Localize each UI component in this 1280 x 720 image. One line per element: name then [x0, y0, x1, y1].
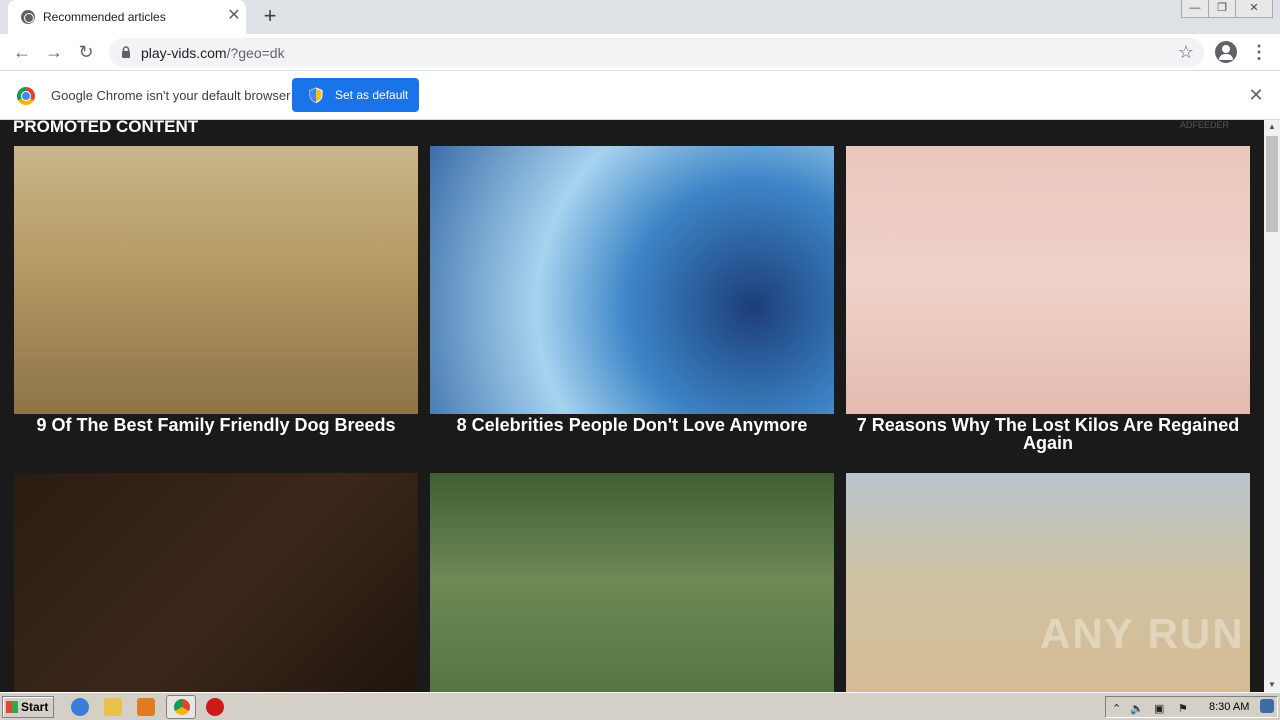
- vertical-scrollbar[interactable]: ▲ ▼: [1264, 120, 1280, 692]
- clock[interactable]: 8:30 AM: [1209, 701, 1249, 713]
- volume-icon[interactable]: 🔈: [1130, 702, 1144, 715]
- infobar-close-icon[interactable]: ✕: [1245, 84, 1267, 106]
- article-card-4[interactable]: [14, 473, 418, 692]
- article-image[interactable]: [430, 146, 834, 414]
- opera-icon[interactable]: [206, 698, 224, 716]
- tab-close-icon[interactable]: ✕: [225, 7, 243, 25]
- windows-taskbar: Start ⌃ 🔈 ▣ ⚑ 8:30 AM: [0, 692, 1280, 720]
- start-button[interactable]: Start: [2, 696, 54, 718]
- chrome-icon: [174, 699, 190, 715]
- media-player-icon[interactable]: [137, 698, 155, 716]
- ad-feeder-logo: ADFEEDER: [1180, 120, 1230, 130]
- close-window-button[interactable]: ✕: [1235, 0, 1273, 18]
- minimize-button[interactable]: —: [1181, 0, 1209, 18]
- scroll-thumb[interactable]: [1266, 136, 1278, 232]
- back-arrow-icon[interactable]: ←: [10, 40, 34, 64]
- globe-icon: [21, 10, 35, 24]
- tray-expand-icon[interactable]: ⌃: [1112, 702, 1121, 715]
- internet-explorer-icon[interactable]: [71, 698, 89, 716]
- reload-icon[interactable]: ↻: [74, 40, 98, 64]
- network-icon[interactable]: ▣: [1154, 702, 1164, 715]
- chrome-logo-icon: [17, 87, 35, 105]
- article-image[interactable]: [846, 473, 1250, 692]
- tab-strip: Recommended articles ✕ + — ❐ ✕: [0, 0, 1280, 34]
- page-content: PROMOTED CONTENT ADFEEDER 9 Of The Best …: [0, 120, 1264, 692]
- scroll-down-arrow-icon[interactable]: ▼: [1264, 678, 1280, 692]
- default-browser-infobar: Google Chrome isn't your default browser…: [0, 71, 1280, 120]
- article-image[interactable]: [14, 146, 418, 414]
- article-image[interactable]: [430, 473, 834, 692]
- forward-arrow-icon[interactable]: →: [42, 40, 66, 64]
- set-as-default-button[interactable]: Set as default: [292, 78, 419, 112]
- address-bar[interactable]: play-vids.com/?geo=dk ☆: [109, 38, 1204, 67]
- article-card-celebrities[interactable]: 8 Celebrities People Don't Love Anymore: [430, 146, 834, 434]
- action-center-flag-icon[interactable]: ⚑: [1178, 702, 1188, 715]
- menu-kebab-icon[interactable]: ⋮: [1250, 40, 1268, 64]
- account-icon[interactable]: [1215, 41, 1237, 63]
- article-title[interactable]: 8 Celebrities People Don't Love Anymore: [430, 416, 834, 434]
- new-tab-button[interactable]: +: [259, 5, 281, 27]
- article-title[interactable]: 7 Reasons Why The Lost Kilos Are Regaine…: [846, 416, 1250, 452]
- tab-title: Recommended articles: [43, 10, 166, 24]
- tab-recommended-articles[interactable]: Recommended articles ✕: [8, 0, 246, 34]
- promoted-content-heading: PROMOTED CONTENT: [13, 120, 199, 136]
- url-text: play-vids.com/?geo=dk: [141, 45, 285, 61]
- windows-flag-icon: [6, 701, 18, 713]
- folder-icon[interactable]: [104, 698, 122, 716]
- system-tray: ⌃ 🔈 ▣ ⚑: [1105, 696, 1278, 718]
- shield-icon: [309, 87, 323, 103]
- article-card-kilos[interactable]: 7 Reasons Why The Lost Kilos Are Regaine…: [846, 146, 1250, 452]
- browser-toolbar: ← → ↻ play-vids.com/?geo=dk ☆ ⋮: [0, 34, 1280, 71]
- article-card-dogs[interactable]: 9 Of The Best Family Friendly Dog Breeds: [14, 146, 418, 434]
- article-card-6[interactable]: [846, 473, 1250, 692]
- set-as-default-label: Set as default: [335, 88, 409, 102]
- article-image[interactable]: [846, 146, 1250, 414]
- restore-button[interactable]: ❐: [1208, 0, 1236, 18]
- bookmark-star-icon[interactable]: ☆: [1178, 42, 1194, 63]
- scroll-up-arrow-icon[interactable]: ▲: [1264, 120, 1280, 134]
- lock-icon: [122, 46, 130, 58]
- article-image[interactable]: [14, 473, 418, 692]
- article-title[interactable]: 9 Of The Best Family Friendly Dog Breeds: [14, 416, 418, 434]
- infobar-message: Google Chrome isn't your default browser: [51, 88, 291, 103]
- show-desktop-icon[interactable]: [1260, 699, 1274, 713]
- anyrun-watermark: ANY RUN: [1040, 610, 1245, 657]
- article-card-5[interactable]: [430, 473, 834, 692]
- chrome-taskbar-button[interactable]: [166, 695, 196, 719]
- start-label: Start: [21, 700, 49, 714]
